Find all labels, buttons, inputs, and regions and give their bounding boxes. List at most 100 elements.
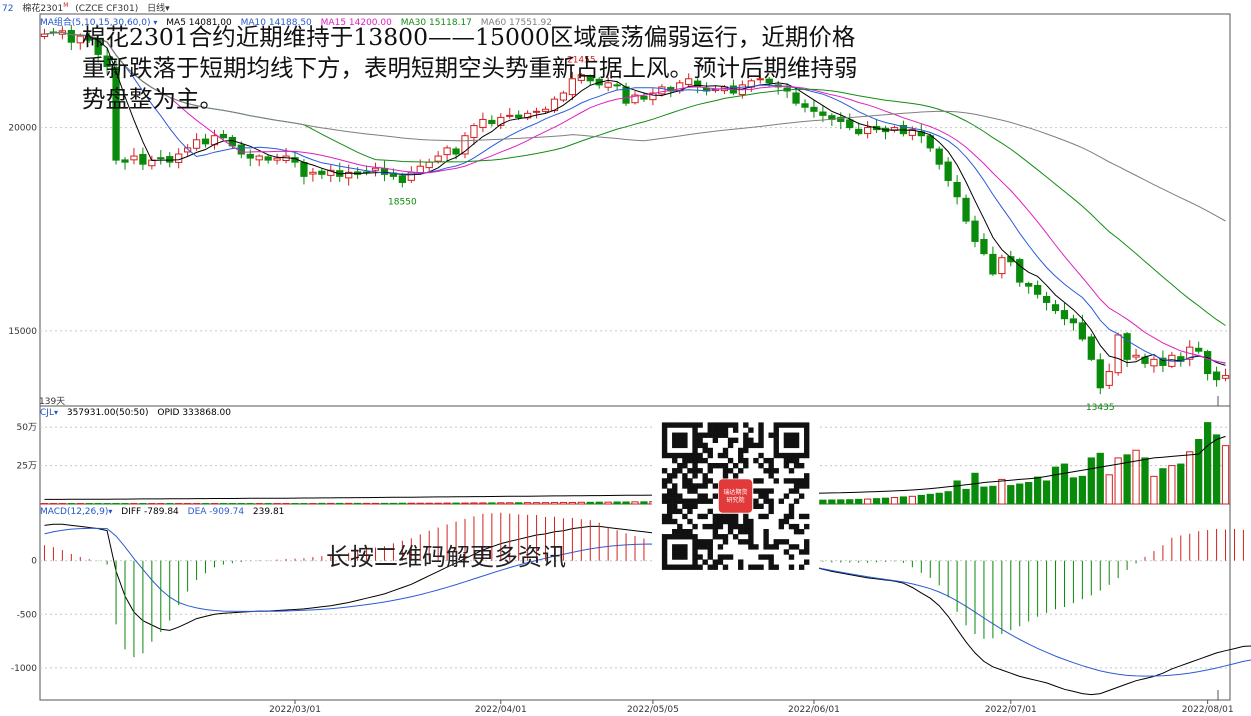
- qr-module: [804, 513, 810, 520]
- qr-module: [712, 493, 719, 499]
- qr-module: [798, 493, 805, 499]
- qr-module: [672, 493, 678, 499]
- candle: [1087, 333, 1095, 361]
- volume-bar: [524, 502, 532, 505]
- qr-module: [748, 564, 754, 570]
- qr-module: [677, 468, 683, 474]
- volume-bar: [926, 493, 934, 505]
- qr-module: [748, 523, 754, 530]
- volume-bar: [828, 499, 836, 505]
- qr-module: [722, 422, 729, 428]
- qr-module: [677, 498, 683, 504]
- volume-bar: [953, 480, 961, 505]
- volume-bar: [336, 502, 344, 505]
- candle: [1096, 353, 1104, 395]
- qr-module: [804, 559, 810, 565]
- qr-module: [788, 564, 795, 570]
- qr-module: [661, 539, 668, 545]
- candle-body: [1123, 333, 1131, 360]
- qr-module: [687, 452, 693, 459]
- candle: [1177, 352, 1185, 367]
- qr-module: [783, 493, 790, 499]
- qr-module: [666, 452, 673, 459]
- candle: [1042, 291, 1051, 311]
- qr-module: [682, 513, 688, 520]
- candle-body: [425, 161, 433, 169]
- qr-module: [707, 564, 713, 570]
- qr-module: [783, 478, 790, 484]
- qr-module: [672, 549, 678, 555]
- qr-module: [778, 539, 785, 545]
- qr-module: [692, 523, 698, 530]
- qr-module: [804, 427, 810, 433]
- volume-tick-label: 25万: [17, 462, 37, 472]
- qr-module: [738, 457, 744, 464]
- candle: [890, 125, 899, 133]
- candle-body: [67, 30, 75, 43]
- qr-module: [692, 488, 698, 494]
- qr-module: [682, 503, 688, 509]
- qr-module: [692, 442, 698, 449]
- qr-module: [783, 422, 790, 428]
- qr-module: [712, 427, 719, 433]
- qr-module: [783, 549, 790, 555]
- candle-body: [201, 138, 210, 145]
- qr-module: [707, 554, 713, 560]
- volume-bar: [1060, 463, 1069, 505]
- qr-module: [661, 427, 668, 433]
- qr-module: [702, 473, 708, 479]
- qr-module: [763, 498, 769, 504]
- qr-module: [666, 478, 673, 484]
- qr-module: [682, 483, 688, 489]
- qr-module: [773, 422, 779, 428]
- qr-module: [773, 442, 779, 449]
- candle: [148, 155, 156, 170]
- qr-code[interactable]: 瑞达期货 研究院: [652, 416, 819, 576]
- qr-module: [692, 473, 698, 479]
- qr-module: [804, 544, 810, 550]
- qr-module: [773, 564, 779, 570]
- qr-module: [788, 554, 795, 560]
- candle: [1016, 257, 1024, 287]
- volume-bar: [622, 501, 630, 505]
- volume-bar: [425, 502, 433, 505]
- qr-module: [692, 483, 698, 489]
- qr-module: [804, 442, 810, 449]
- qr-module: [804, 549, 810, 555]
- qr-module: [692, 564, 698, 570]
- qr-module: [661, 513, 668, 520]
- qr-module: [738, 528, 744, 535]
- qr-module: [666, 518, 673, 525]
- volume-bar: [989, 485, 997, 505]
- qr-module: [793, 437, 800, 444]
- qr-module: [707, 432, 713, 438]
- qr-module: [783, 432, 790, 438]
- candle-body: [1212, 371, 1221, 381]
- qr-module: [727, 518, 734, 525]
- qr-module: [687, 564, 693, 570]
- qr-module: [743, 447, 749, 454]
- candle: [846, 113, 854, 131]
- candle: [309, 167, 317, 182]
- qr-module: [661, 442, 668, 449]
- volume-bar: [506, 502, 514, 505]
- qr-module: [758, 493, 764, 499]
- volume-bar: [962, 488, 970, 505]
- qr-module: [672, 488, 678, 494]
- volume-bar: [434, 502, 442, 505]
- candle: [980, 233, 988, 256]
- qr-module: [717, 544, 724, 550]
- qr-module: [758, 437, 764, 444]
- qr-module: [682, 457, 688, 464]
- qr-module: [702, 513, 708, 520]
- qr-module: [717, 523, 724, 530]
- qr-module: [768, 498, 774, 504]
- candle: [1051, 300, 1060, 314]
- qr-module: [707, 447, 713, 454]
- qr-module: [788, 488, 795, 494]
- qr-module: [793, 422, 800, 428]
- qr-module: [692, 468, 698, 474]
- qr-module: [773, 544, 779, 550]
- qr-module: [783, 437, 790, 444]
- candle-body: [1069, 318, 1078, 324]
